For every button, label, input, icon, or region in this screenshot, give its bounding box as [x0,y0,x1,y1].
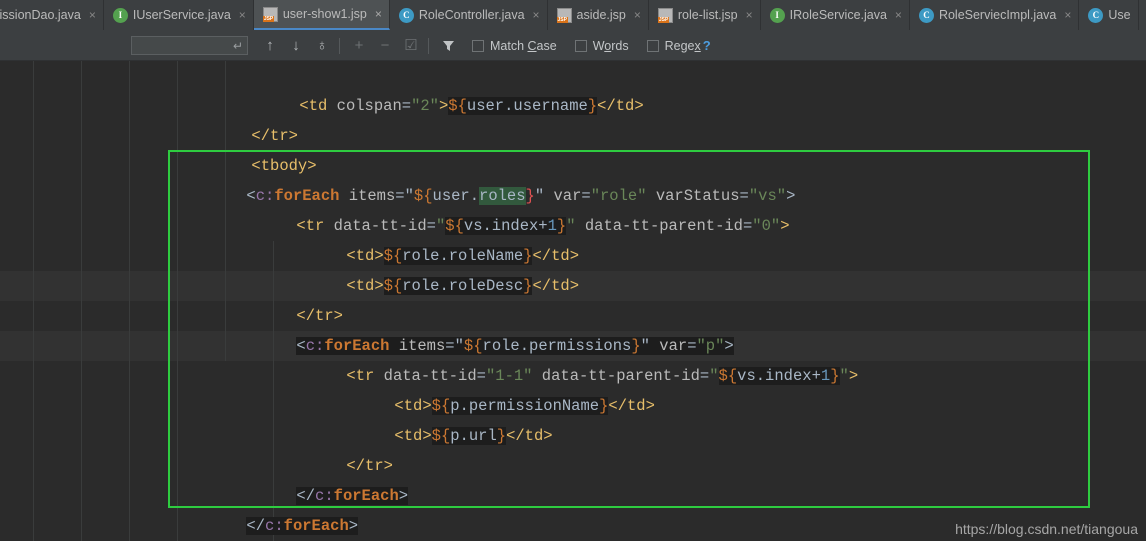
close-icon[interactable]: × [746,9,753,21]
find-previous-icon[interactable]: ↑ [258,34,282,58]
java-class-icon: C [918,7,934,23]
regex-checkbox[interactable]: Regex [646,38,701,53]
editor-tab-label: RoleServiecImpl.java [938,8,1057,22]
code-line: </tr> [272,421,1146,475]
editor-tab-label: RoleController.java [418,8,525,22]
filter-funnel-glyph [442,41,454,51]
editor-tab-bar: ermissionDao.java × I IUserService.java … [0,0,1146,30]
editor-tab-label: Use [1108,8,1131,22]
editor-tab-label: IUserService.java [132,8,231,22]
regex-help-icon[interactable]: ? [703,38,711,53]
editor-tab-role-list-jsp[interactable]: role-list.jsp × [648,0,761,30]
close-icon[interactable]: × [895,9,902,21]
close-icon[interactable]: × [533,9,540,21]
code-line: <td colspan="2">${user.username}</td> [225,61,1146,115]
words-label: Words [592,38,629,53]
code-line: </tr> [177,91,1146,145]
editor-tab-label: aside.jsp [576,8,626,22]
code-line: </c:forEach> [172,481,1146,535]
jsp-file-icon [262,6,278,22]
editor-tab-user-show1-jsp[interactable]: user-show1.jsp × [253,0,390,30]
checkbox-square[interactable] [472,39,484,52]
editor-tab-label: user-show1.jsp [282,7,367,21]
code-line: <tr data-tt-id="1-1" data-tt-parent-id="… [272,331,1146,385]
code-line: <td>${role.roleDesc}</td> [272,241,1146,295]
code-line: <c:forEach items="${role.permissions}" v… [222,301,1146,355]
match-case-label: Match Case [490,38,557,53]
remove-selection-icon[interactable]: − [373,34,397,58]
editor-tab-rolecontroller[interactable]: C RoleController.java × [389,0,548,30]
checkbox-square[interactable] [646,39,659,52]
find-toolbar: ↵ ↑ ↓ ♁ + − ☑ Match Case Words Regex ? [0,30,1146,61]
code-text[interactable]: <td colspan="2">${user.username}</td> </… [0,61,1146,541]
add-selection-icon[interactable]: + [347,34,371,58]
enter-arrow-icon: ↵ [232,38,243,53]
regex-label: Regex [664,38,701,53]
select-all-occurrences-icon[interactable]: ♁ [310,34,334,58]
code-line: <td>${p.url}</td> [320,391,1146,445]
editor-tab-label: IRoleService.java [789,8,887,22]
editor-tab-label: ermissionDao.java [0,8,81,22]
close-icon[interactable]: × [89,9,96,21]
code-line: <td>${role.roleName}</td> [272,211,1146,265]
code-line: <c:forEach items="${user.roles}" var="ro… [172,151,1146,205]
select-occurrence-icon[interactable]: ☑ [399,34,423,58]
close-icon[interactable]: × [634,9,641,21]
jsp-file-icon [657,7,673,23]
editor-tab-label: role-list.jsp [677,8,738,22]
toolbar-divider [428,37,429,54]
java-interface-icon: I [769,7,785,23]
editor-tab-user-clipped[interactable]: C Use [1079,0,1139,30]
words-checkbox[interactable]: Words [574,38,629,53]
editor-tab-roleseriecimpl[interactable]: C RoleServiecImpl.java × [909,0,1080,30]
watermark-text: https://blog.csdn.net/tiangoua [955,521,1138,537]
match-case-checkbox[interactable]: Match Case [472,39,557,53]
java-class-icon: C [398,7,414,23]
code-line: <td>${p.permissionName}</td> [320,361,1146,415]
java-interface-icon: I [112,7,128,23]
editor-tab-aside-jsp[interactable]: aside.jsp × [547,0,649,30]
java-class-icon: C [1088,7,1104,23]
editor-tab-iuserservice[interactable]: I IUserService.java × [103,0,254,30]
code-line: </c:forEach> [222,451,1146,505]
code-line: </tr> [222,271,1146,325]
close-icon[interactable]: × [1064,9,1071,21]
close-icon[interactable]: × [239,9,246,21]
find-next-icon[interactable]: ↓ [284,34,308,58]
code-line: <tr data-tt-id="${vs.index+1}" data-tt-p… [222,181,1146,235]
jsp-file-icon [556,7,572,23]
search-input[interactable]: ↵ [131,36,248,55]
find-options-group: Match Case Words Regex ? [472,38,711,53]
code-line: <tbody> [177,121,1146,175]
code-editor-area[interactable]: <td colspan="2">${user.username}</td> </… [0,61,1146,541]
editor-tab-iroleservice[interactable]: I IRoleService.java × [760,0,910,30]
close-icon[interactable]: × [375,8,382,20]
filter-icon[interactable] [436,34,460,58]
idea-editor-window: ermissionDao.java × I IUserService.java … [0,0,1146,541]
checkbox-square[interactable] [574,39,587,52]
editor-tab-permissiondao[interactable]: ermissionDao.java × [0,0,104,30]
toolbar-divider [339,37,340,54]
